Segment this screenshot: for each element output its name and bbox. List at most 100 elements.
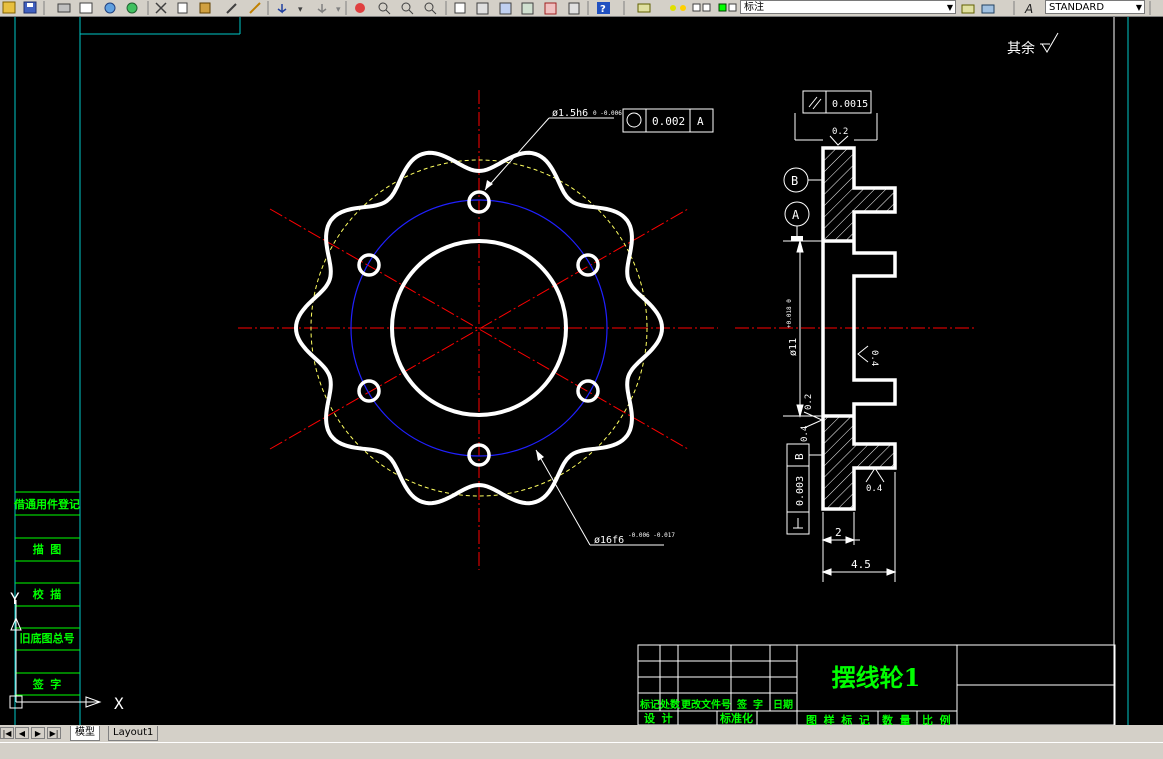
left-label-column: 借通用件登记 描 图 校 描 旧底图总号 签 字 [13, 491, 80, 696]
roundness-icon [626, 112, 642, 128]
rough-left2: 0.4 [800, 426, 810, 442]
label-borrow-register: 借通用件登记 [13, 497, 80, 511]
side-view: 0.0015 0.2 B A ø11 +0.018 0 0.4 0.2 0.4 … [735, 90, 975, 582]
tool-palettes-icon[interactable] [499, 2, 512, 15]
print-icon[interactable] [57, 3, 71, 13]
label-old-drawing-number: 旧底图总号 [20, 631, 75, 645]
tb-drawing-mark: 图 样 标 记 [806, 713, 870, 725]
sheet-set-icon[interactable] [521, 2, 534, 15]
publish-icon[interactable] [126, 2, 138, 14]
hole-tol-text: 0 -0.006 [593, 110, 622, 117]
part-name: 摆线轮1 [832, 663, 921, 692]
tab-model[interactable]: 模型 [70, 726, 100, 741]
layer-combo[interactable]: 标注 ▼ [740, 0, 956, 14]
hole-dim-text: ø1.5h6 [552, 108, 588, 119]
tb-standard: 标准化 [719, 711, 753, 725]
save-icon[interactable] [23, 1, 37, 14]
roundness-value: 0.002 [652, 115, 685, 128]
svg-text:▾: ▾ [298, 5, 303, 15]
undo-icon[interactable] [277, 4, 287, 14]
layer-combo-value: 标注 [744, 2, 764, 13]
prev-tab-icon[interactable]: ◀ [15, 727, 29, 739]
last-tab-icon[interactable]: ▶| [47, 727, 61, 739]
width-total-text: 4.5 [851, 558, 871, 571]
copy-icon[interactable] [177, 2, 188, 14]
text-style-icon[interactable]: A [1024, 2, 1033, 16]
calculator-icon[interactable] [568, 2, 580, 15]
ucs-icon: X Y [9, 589, 124, 713]
svg-text:?: ? [600, 4, 606, 15]
datum-a-balloon: A [784, 201, 810, 241]
roughness-note: 其余 [1007, 32, 1059, 57]
redo-icon[interactable] [317, 4, 327, 14]
bore-tol-text: -0.006 -0.017 [628, 532, 675, 539]
ucs-y-label: Y [10, 589, 20, 608]
width-small-text: 2 [835, 526, 842, 539]
text-style-value: STANDARD [1049, 2, 1105, 13]
datum-a-text: A [792, 208, 800, 222]
zoom-previous-icon[interactable] [424, 2, 437, 15]
parallel-value: 0.0015 [832, 99, 868, 110]
svg-text:▾: ▾ [336, 5, 341, 15]
horizontal-scrollbar[interactable] [0, 742, 1163, 759]
perp-value-text: 0.003 [795, 476, 806, 506]
tb-mark: 标记处数 [639, 698, 681, 711]
roughness-note-text: 其余 [1007, 40, 1035, 57]
label-signature: 签 字 [32, 677, 62, 691]
roundness-frame: 0.002 A [622, 108, 714, 133]
diameter-dim-text: ø11 [788, 338, 799, 356]
datum-b-balloon: B [783, 167, 823, 193]
perpendicular-icon [793, 518, 803, 529]
diameter-tol-text: +0.018 0 [786, 299, 793, 328]
rough-mid: 0.4 [869, 350, 879, 366]
zoom-window-icon[interactable] [401, 2, 414, 15]
text-style-combo[interactable]: STANDARD ▼ [1045, 0, 1145, 14]
drawing-canvas[interactable]: 借通用件登记 描 图 校 描 旧底图总号 签 字 X Y 其余 ø1.5h6 0… [0, 17, 1163, 725]
open-icon[interactable] [2, 1, 16, 14]
design-center-icon[interactable] [476, 2, 489, 15]
tb-date: 日期 [773, 698, 793, 711]
layer-manager-icon[interactable] [637, 3, 651, 13]
tab-layout1[interactable]: Layout1 [108, 726, 159, 741]
tb-scale: 比 例 [922, 713, 951, 725]
svg-text:A: A [1024, 2, 1033, 16]
layer-stack-icons[interactable] [960, 1, 1008, 15]
bore-dimension: ø16f6 -0.006 -0.017 [535, 449, 675, 546]
cut-icon[interactable] [155, 2, 167, 14]
ucs-x-label: X [114, 694, 124, 713]
tb-design: 设 计 [644, 711, 673, 725]
parallel-icon [808, 96, 822, 110]
zoom-realtime-icon[interactable] [378, 2, 391, 15]
bore-dim-text: ø16f6 [594, 535, 624, 546]
front-view: ø1.5h6 0 -0.006 0.002 A ø16f6 -0.006 -0.… [238, 90, 718, 570]
block-editor-icon[interactable] [249, 2, 261, 14]
label-tracing: 描 图 [33, 542, 62, 556]
pan-icon[interactable] [355, 3, 365, 13]
tb-quantity: 数 量 [882, 713, 911, 725]
chevron-down-icon: ▼ [1135, 3, 1142, 12]
rough-left1: 0.2 [804, 394, 814, 410]
print-preview-icon[interactable] [79, 2, 93, 14]
next-tab-icon[interactable]: ▶ [31, 727, 45, 739]
properties-icon[interactable] [454, 2, 466, 14]
standard-toolbar: ▾ ▾ ? A 标注 ▼ STANDARD ▼ [0, 0, 1163, 17]
first-tab-icon[interactable]: |◀ [0, 727, 14, 739]
rough-top: 0.2 [832, 127, 848, 137]
tb-sign: 签 字 [736, 698, 763, 711]
roundness-datum: A [697, 115, 704, 128]
help-icon[interactable]: ? [597, 2, 610, 15]
datum-b-text: B [791, 174, 798, 188]
perp-datum-text: B [793, 453, 806, 460]
chevron-down-icon: ▼ [946, 3, 953, 12]
drawing-frame [14, 17, 1129, 725]
tb-doc: 更改文件号 [681, 698, 731, 711]
layer-state-icons[interactable] [670, 3, 737, 12]
center-lines [238, 90, 718, 570]
markup-icon[interactable] [544, 2, 557, 15]
match-properties-icon[interactable] [226, 3, 237, 14]
label-check: 校 描 [33, 587, 62, 601]
paste-icon[interactable] [199, 2, 211, 14]
rough-bottom: 0.4 [866, 484, 882, 494]
layout-tab-bar: |◀ ◀ ▶ ▶| 模型 Layout1 [0, 725, 1163, 759]
plot-icon[interactable] [104, 2, 116, 14]
